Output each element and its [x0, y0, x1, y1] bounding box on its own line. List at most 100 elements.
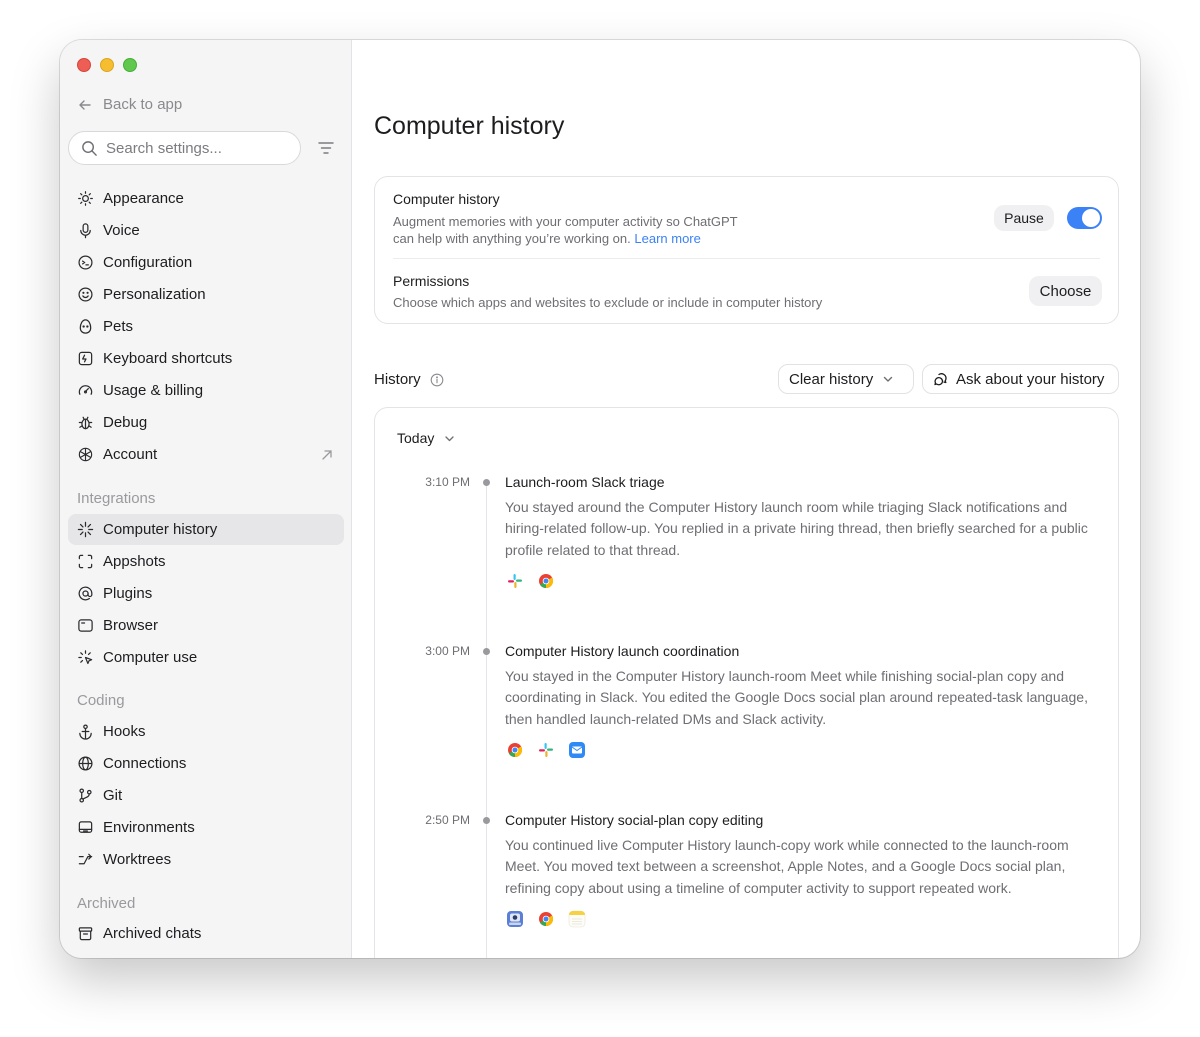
computer-history-toggle[interactable] — [1067, 207, 1102, 229]
at-icon — [78, 586, 93, 601]
sidebar-item-label: Connections — [103, 755, 187, 772]
day-selector[interactable]: Today — [397, 430, 456, 446]
sidebar-item-keyboard-shortcuts[interactable]: Keyboard shortcuts — [68, 343, 344, 374]
sidebar-item-account[interactable]: Account — [68, 439, 344, 470]
day-selector-label: Today — [397, 430, 435, 446]
clear-history-label: Clear history — [789, 370, 874, 388]
sidebar-item-computer-use[interactable]: Computer use — [68, 642, 344, 673]
chevron-down-icon — [884, 376, 893, 382]
section-label-integrations: Integrations — [77, 490, 156, 507]
entry-app-icons — [506, 572, 555, 590]
filter-icon[interactable] — [316, 138, 336, 158]
back-to-app-label: Back to app — [103, 96, 183, 113]
keyboard-icon — [78, 351, 93, 366]
computer-history-setting-description: Augment memories with your computer acti… — [393, 213, 738, 247]
sidebar-item-hooks[interactable]: Hooks — [68, 716, 344, 747]
sidebar-item-label: Account — [103, 446, 158, 463]
sidebar-item-label: Debug — [103, 414, 148, 431]
sidebar-item-computer-history[interactable]: Computer history — [68, 514, 344, 545]
screenshot-frame-icon — [78, 554, 93, 569]
chrome-icon — [539, 574, 554, 589]
computer-history-setting-title: Computer history — [393, 191, 500, 207]
info-icon[interactable] — [430, 373, 444, 387]
sidebar-item-label: Keyboard shortcuts — [103, 350, 233, 367]
chrome-icon — [508, 743, 523, 758]
sidebar-item-label: Hooks — [103, 723, 146, 740]
timeline-line — [486, 481, 487, 958]
entry-title: Computer History launch coordination — [505, 643, 740, 659]
back-to-app-link[interactable]: Back to app — [77, 96, 182, 113]
sidebar: Back to app Appearance Voice Configurati… — [60, 40, 352, 958]
sidebar-item-archived-chats[interactable]: Archived chats — [68, 918, 344, 949]
zoom-window-button[interactable] — [123, 58, 137, 72]
sidebar-item-browser[interactable]: Browser — [68, 610, 344, 641]
learn-more-link[interactable]: Learn more — [634, 231, 700, 246]
minimize-window-button[interactable] — [100, 58, 114, 72]
entry-title: Launch-room Slack triage — [505, 474, 665, 490]
sidebar-item-appearance[interactable]: Appearance — [68, 183, 344, 214]
sidebar-item-git[interactable]: Git — [68, 780, 344, 811]
entry-time: 3:00 PM — [425, 644, 470, 658]
sidebar-item-label: Environments — [103, 819, 195, 836]
section-label-archived: Archived — [77, 895, 136, 912]
timeline-dot — [483, 479, 490, 486]
screenshot-app-icon — [507, 911, 523, 927]
chat-bubble-icon — [934, 373, 947, 386]
pause-button[interactable]: Pause — [994, 205, 1054, 231]
timeline-dot — [483, 817, 490, 824]
browser-window-icon — [78, 619, 93, 632]
permissions-title: Permissions — [393, 273, 470, 289]
sidebar-item-plugins[interactable]: Plugins — [68, 578, 344, 609]
search-input[interactable] — [106, 139, 286, 157]
sidebar-item-debug[interactable]: Debug — [68, 407, 344, 438]
external-link-icon — [322, 449, 332, 460]
entry-description: You stayed in the Computer History launc… — [505, 668, 1088, 727]
section-label-coding: Coding — [77, 692, 125, 709]
microphone-icon — [80, 223, 91, 239]
ask-about-history-label: Ask about your history — [956, 370, 1105, 388]
anchor-icon — [79, 724, 92, 740]
history-header: History — [374, 371, 444, 388]
sidebar-item-configuration[interactable]: Configuration — [68, 247, 344, 278]
sidebar-item-connections[interactable]: Connections — [68, 748, 344, 779]
sidebar-item-label: Usage & billing — [103, 382, 204, 399]
worktree-icon — [78, 853, 93, 865]
sidebar-item-label: Git — [103, 787, 123, 804]
close-window-button[interactable] — [77, 58, 91, 72]
description-line-1: Augment memories with your computer acti… — [393, 214, 738, 229]
sidebar-item-label: Pets — [103, 318, 134, 335]
entry-title: Computer History social-plan copy editin… — [505, 812, 764, 828]
archive-box-icon — [78, 927, 93, 941]
sidebar-item-usage-billing[interactable]: Usage & billing — [68, 375, 344, 406]
sidebar-item-label: Browser — [103, 617, 159, 634]
sidebar-item-voice[interactable]: Voice — [68, 215, 344, 246]
clear-history-button[interactable]: Clear history — [778, 364, 914, 394]
sidebar-item-label: Configuration — [103, 254, 193, 271]
description-line-2: can help with anything you’re working on… — [393, 231, 631, 246]
sidebar-item-worktrees[interactable]: Worktrees — [68, 844, 344, 875]
sidebar-item-environments[interactable]: Environments — [68, 812, 344, 843]
sidebar-item-personalization[interactable]: Personalization — [68, 279, 344, 310]
ask-about-history-button[interactable]: Ask about your history — [922, 364, 1119, 394]
permissions-description: Choose which apps and websites to exclud… — [393, 295, 823, 310]
window-controls — [77, 58, 137, 72]
search-box — [68, 131, 301, 165]
choose-permissions-button[interactable]: Choose — [1029, 276, 1102, 306]
computer-history-settings-card: Computer history Augment memories with y… — [374, 176, 1119, 324]
config-icon — [78, 255, 93, 270]
bug-icon — [78, 416, 93, 430]
notes-icon — [568, 910, 586, 928]
egg-icon — [79, 319, 92, 334]
entry-time: 2:50 PM — [425, 813, 470, 827]
sidebar-item-label: Voice — [103, 222, 140, 239]
chrome-icon — [539, 912, 554, 927]
chevron-down-icon — [445, 435, 455, 441]
sparkle-burst-icon — [77, 521, 94, 538]
cursor-sparkle-icon — [78, 650, 93, 665]
sidebar-item-label: Computer use — [103, 649, 198, 666]
slack-icon — [508, 574, 522, 588]
sidebar-item-label: Appearance — [103, 190, 184, 207]
timeline-dot — [483, 648, 490, 655]
sidebar-item-pets[interactable]: Pets — [68, 311, 344, 342]
sidebar-item-appshots[interactable]: Appshots — [68, 546, 344, 577]
